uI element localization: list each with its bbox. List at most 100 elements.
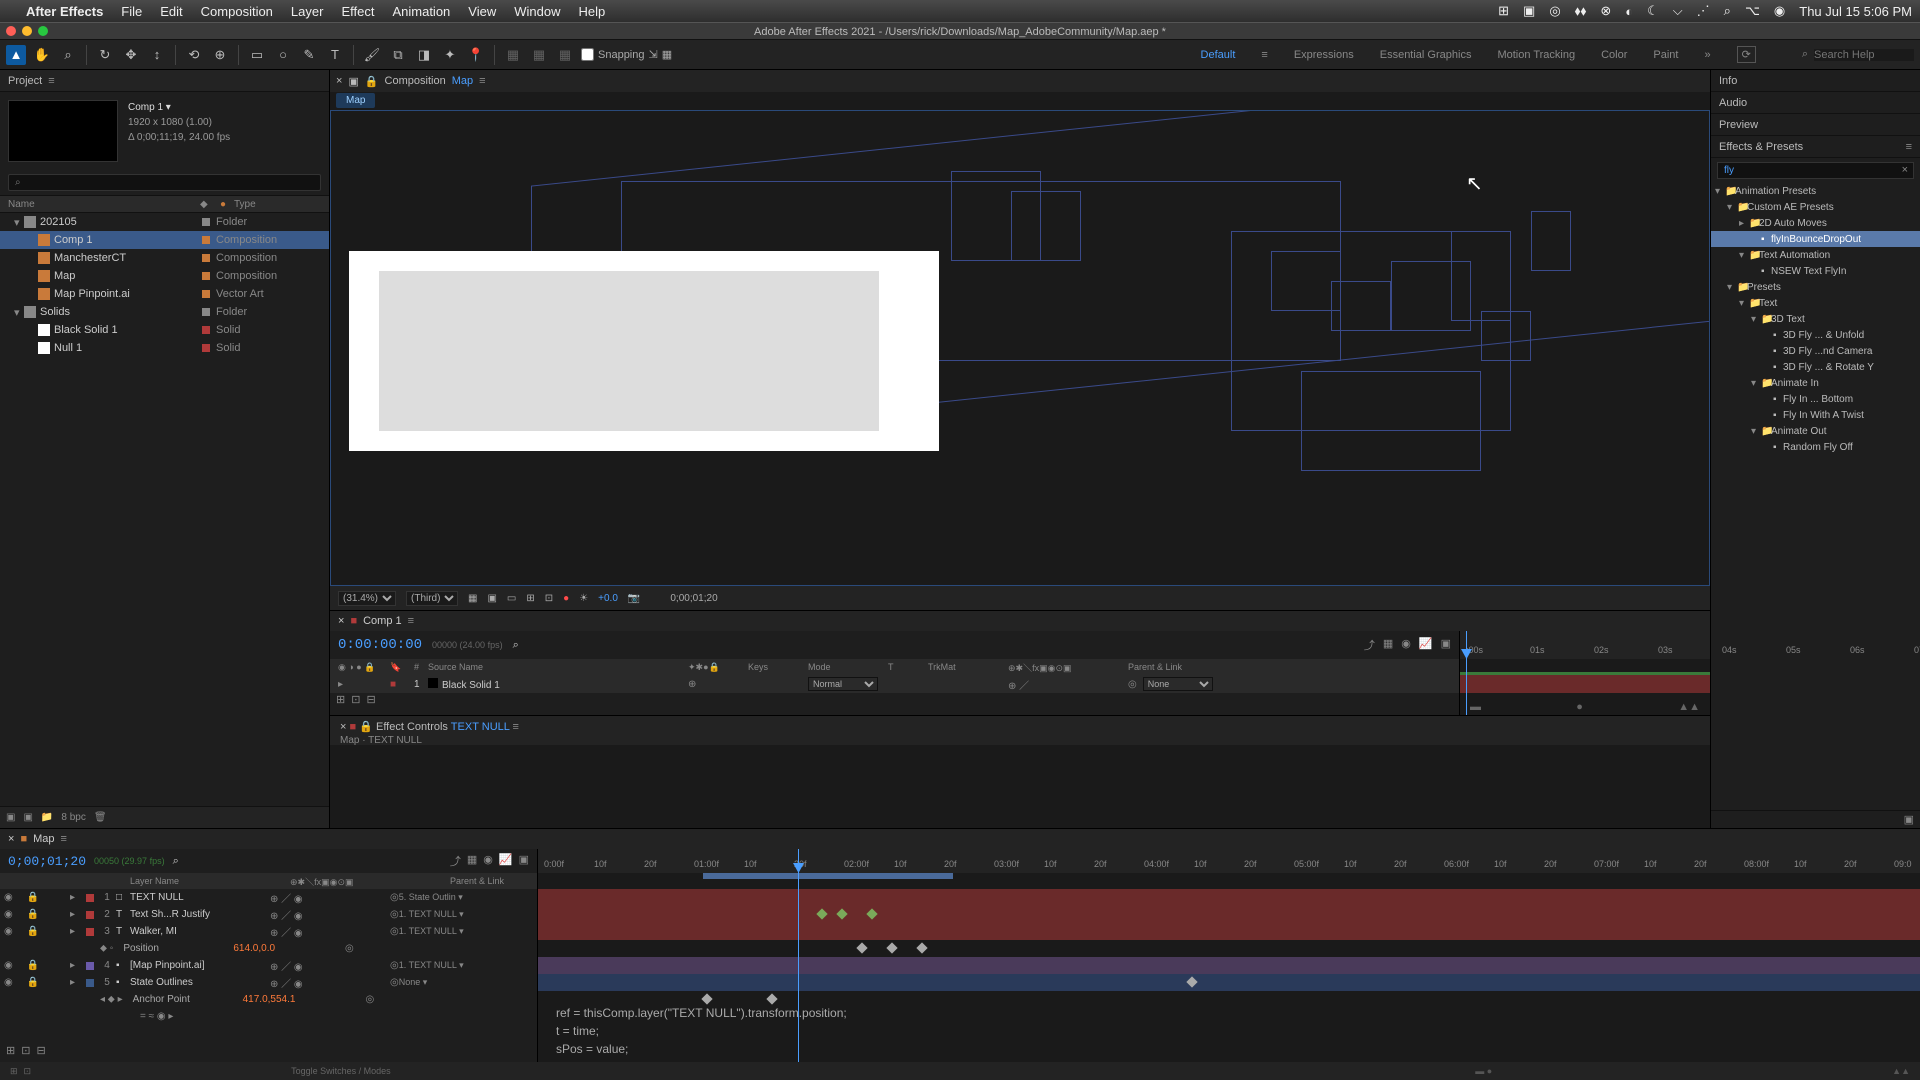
bluetooth-icon[interactable]: ⌵ (1673, 3, 1683, 19)
composition-thumbnail[interactable] (8, 100, 118, 162)
playhead[interactable] (1466, 631, 1467, 715)
keyframe[interactable] (886, 942, 897, 953)
menu-effect[interactable]: Effect (341, 4, 374, 19)
search-help-input[interactable] (1814, 49, 1914, 61)
toggle-switches-modes[interactable]: Toggle Switches / Modes (291, 1066, 391, 1076)
parent-dropdown[interactable]: None (1143, 677, 1213, 691)
blend-mode-dropdown[interactable]: Normal (808, 677, 878, 691)
snap-grid-icon[interactable]: ▦ (662, 48, 672, 61)
keyframe[interactable] (916, 942, 927, 953)
preset-item[interactable]: ▾📁 3D Text (1711, 311, 1920, 327)
workspace-essential-graphics[interactable]: Essential Graphics (1380, 49, 1472, 61)
color-depth-button[interactable]: 8 bpc (61, 812, 85, 823)
local-axis-icon[interactable]: ▦ (503, 45, 523, 65)
moon-icon[interactable]: ☾ (1647, 3, 1659, 19)
menu-help[interactable]: Help (578, 4, 605, 19)
roi-icon[interactable]: ▭ (507, 593, 516, 604)
reset-workspace-icon[interactable]: ⟳ (1737, 46, 1756, 63)
dropbox-icon[interactable]: ⬧⬧ (1575, 3, 1587, 19)
reset-exposure-icon[interactable]: ☀ (579, 593, 588, 604)
toggle-modes-icon[interactable]: ⊡ (21, 1044, 30, 1062)
layer-bar[interactable] (538, 906, 1920, 923)
preset-item[interactable]: ▪ Random Fly Off (1711, 439, 1920, 455)
info-panel-title[interactable]: Info (1719, 75, 1737, 87)
brush-tool[interactable]: 🖌 (362, 45, 382, 65)
preset-item[interactable]: ▪ 3D Fly ... & Unfold (1711, 327, 1920, 343)
preview-panel-title[interactable]: Preview (1719, 119, 1758, 131)
menu-edit[interactable]: Edit (160, 4, 182, 19)
guides-icon[interactable]: ⊡ (545, 593, 553, 604)
panel-dock-icon[interactable]: ▣ (348, 75, 358, 88)
timeline-layer[interactable]: ◉ 🔒▸1□TEXT NULL⊕ ／ ◉◎ 5. State Outlin ▾ (0, 889, 537, 906)
draft-3d-icon[interactable]: ▣ (1441, 637, 1451, 653)
effects-search-input[interactable] (1717, 162, 1914, 179)
selection-tool[interactable]: ▲ (6, 45, 26, 65)
zoom-dropdown[interactable]: (31.4%) (338, 591, 396, 606)
keyframe[interactable] (856, 942, 867, 953)
work-area-bar[interactable] (703, 873, 953, 879)
new-bin-icon[interactable]: ▣ (1711, 810, 1920, 828)
lock-icon[interactable]: 🔒 (359, 721, 373, 733)
zoom-out-icon[interactable]: ▬ (1470, 701, 1481, 713)
toggle-switches-icon[interactable]: ⊞ (6, 1044, 15, 1062)
channel-icon[interactable]: ● (563, 593, 569, 604)
footer-icon[interactable]: ⊞ (10, 1066, 18, 1077)
project-item[interactable]: Black Solid 1Solid (0, 321, 329, 339)
preset-item[interactable]: ▪ NSEW Text FlyIn (1711, 263, 1920, 279)
preset-item[interactable]: ▾📁 Text Automation (1711, 247, 1920, 263)
menu-composition[interactable]: Composition (201, 4, 273, 19)
snap-edge-icon[interactable]: ⇲ (649, 48, 658, 61)
menu-animation[interactable]: Animation (392, 4, 450, 19)
preset-item[interactable]: ▾📁 Animate Out (1711, 423, 1920, 439)
expression-editor[interactable]: ref = thisComp.layer("TEXT NULL").transf… (556, 1004, 847, 1058)
project-item[interactable]: ▾SolidsFolder (0, 303, 329, 321)
status-icon[interactable]: ◐ (1625, 4, 1633, 19)
workspace-default[interactable]: Default (1201, 49, 1236, 61)
world-axis-icon[interactable]: ▦ (529, 45, 549, 65)
clock[interactable]: Thu Jul 15 5:06 PM (1799, 4, 1912, 19)
layer-bar[interactable] (538, 974, 1920, 991)
status-icon[interactable]: ◎ (1549, 3, 1560, 19)
hand-tool[interactable]: ✋ (32, 45, 52, 65)
timeline-layer[interactable]: ◉ 🔒▸4▪[Map Pinpoint.ai]⊕ ／ ◉◎ 1. TEXT NU… (0, 957, 537, 974)
timeline-tab[interactable]: Comp 1 (363, 615, 402, 627)
wifi-icon[interactable]: ⋰ (1697, 3, 1710, 19)
current-time-map[interactable]: 0;00;01;20 (8, 854, 86, 869)
keyframe[interactable] (1186, 976, 1197, 987)
comp-breadcrumb[interactable]: Map (452, 75, 473, 87)
menu-view[interactable]: View (468, 4, 496, 19)
pan-tool[interactable]: ✥ (121, 45, 141, 65)
keyframe[interactable] (766, 993, 777, 1004)
menu-file[interactable]: File (121, 4, 142, 19)
rect-tool[interactable]: ▭ (247, 45, 267, 65)
workspace-color[interactable]: Color (1601, 49, 1627, 61)
toggle-in-out-icon[interactable]: ⊟ (36, 1044, 45, 1062)
project-item[interactable]: ManchesterCTComposition (0, 249, 329, 267)
view-axis-icon[interactable]: ▦ (555, 45, 575, 65)
close-window-button[interactable] (6, 26, 16, 36)
pen-tool[interactable]: ✎ (299, 45, 319, 65)
app-name[interactable]: After Effects (26, 4, 103, 19)
grid-icon[interactable]: ⊞ (526, 593, 534, 604)
workspace-motion-tracking[interactable]: Motion Tracking (1497, 49, 1575, 61)
preset-item[interactable]: ▪ 3D Fly ...nd Camera (1711, 343, 1920, 359)
panel-menu-icon[interactable]: ≡ (1906, 141, 1912, 153)
snapshot-icon[interactable]: 📷 (628, 593, 640, 604)
selected-comp-name[interactable]: Comp 1 ▾ (128, 100, 230, 115)
expression-toggle-row[interactable]: = ≈ ◉ ▸ (0, 1008, 537, 1025)
control-center-icon[interactable]: ⌥ (1745, 3, 1760, 19)
snapping-checkbox[interactable] (581, 48, 594, 61)
layer-bar[interactable] (538, 923, 1920, 940)
siri-icon[interactable]: ◉ (1774, 3, 1785, 19)
menu-window[interactable]: Window (514, 4, 560, 19)
toggle-mask-icon[interactable]: ▣ (487, 593, 496, 604)
puppet-tool[interactable]: 📍 (466, 45, 486, 65)
timeline-layer[interactable]: ◉ 🔒▸2TText Sh...R Justify⊕ ／ ◉◎ 1. TEXT … (0, 906, 537, 923)
workspace-expressions[interactable]: Expressions (1294, 49, 1354, 61)
project-item[interactable]: Null 1Solid (0, 339, 329, 357)
zoom-in-icon[interactable]: ▲▲ (1892, 1066, 1910, 1076)
project-search-input[interactable] (8, 174, 321, 191)
new-folder-icon[interactable]: 📁 (41, 812, 53, 823)
toggle-transparency-icon[interactable]: ▦ (468, 593, 477, 604)
effect-controls-layer[interactable]: TEXT NULL (451, 721, 510, 733)
